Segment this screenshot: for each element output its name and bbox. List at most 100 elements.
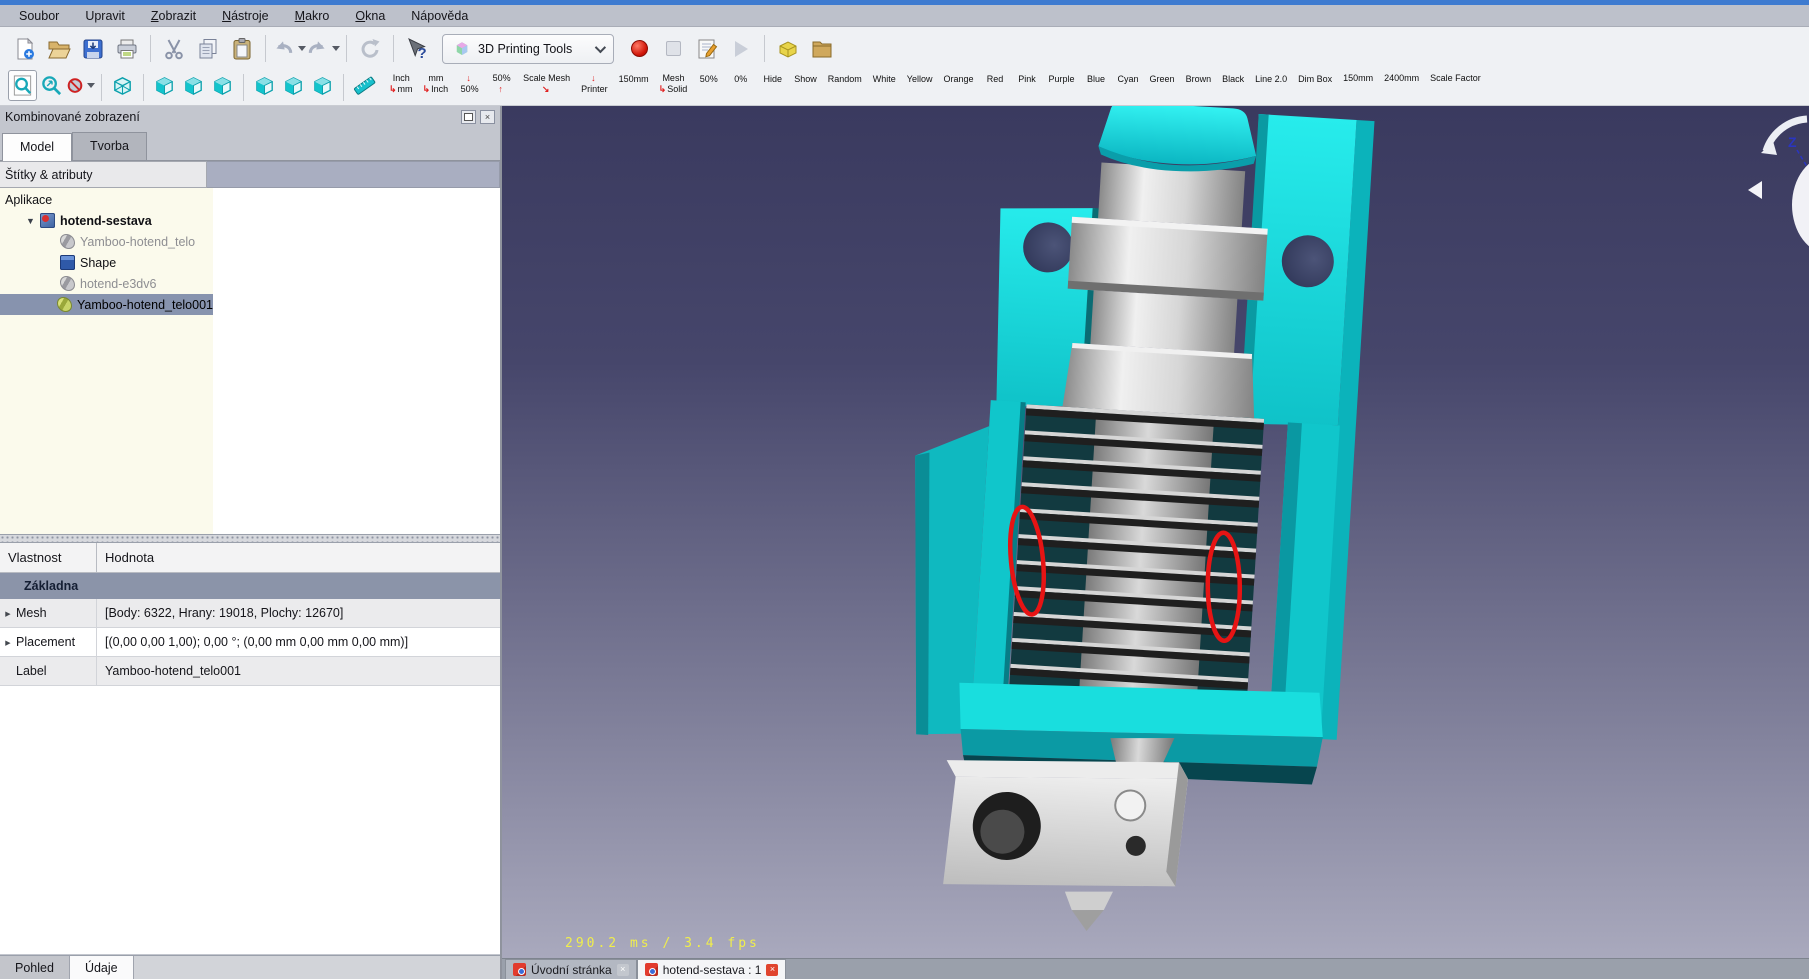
value-column-header[interactable]: Hodnota	[97, 543, 154, 572]
close-tab-icon[interactable]: ×	[766, 964, 778, 976]
menu-item[interactable]: Upravit	[72, 7, 138, 25]
workbench-selector[interactable]: 3D Printing Tools	[442, 34, 614, 64]
folder-button[interactable]	[805, 32, 839, 66]
copy-button[interactable]	[191, 32, 225, 66]
print-tool-button[interactable]: Purple	[1048, 72, 1075, 85]
menu-item[interactable]: Okna	[342, 7, 398, 25]
print-tool-button[interactable]: Inch ↳mm	[389, 72, 413, 94]
property-view-tab[interactable]: Pohled	[0, 956, 70, 979]
print-tool-button[interactable]: Scale Mesh ↘	[522, 72, 570, 94]
menu-item[interactable]: Nápověda	[398, 7, 481, 25]
measure-button[interactable]	[350, 70, 379, 101]
front-view-button[interactable]	[150, 70, 179, 101]
tree-item[interactable]: Yamboo-hotend_telo	[0, 231, 213, 252]
tree-item[interactable]: Shape	[0, 252, 213, 273]
undo-button[interactable]	[272, 32, 306, 66]
property-expand-icon[interactable]: ▶	[1, 638, 15, 646]
print-tool-button[interactable]: ↓ 50%	[458, 72, 480, 94]
document-tab[interactable]: Úvodní stránka ×	[505, 959, 637, 979]
redo-dropdown-icon[interactable]	[332, 46, 340, 51]
tree-item[interactable]: Yamboo-hotend_telo001	[0, 294, 213, 315]
zoom-button[interactable]	[37, 70, 66, 101]
undo-dropdown-icon[interactable]	[298, 46, 306, 51]
print-tool-button[interactable]: Show	[793, 72, 817, 85]
3d-viewport[interactable]: Z 290.2 ms / 3.4 fps	[502, 106, 1809, 958]
print-tool-button[interactable]: ↓ Printer	[580, 72, 608, 94]
print-tool-button[interactable]: 0%	[729, 72, 751, 85]
combo-view-tab[interactable]: Tvorba	[72, 132, 147, 160]
nav-pan-left-arrow[interactable]	[1748, 181, 1762, 199]
float-panel-button[interactable]	[461, 110, 476, 124]
menu-item[interactable]: Makro	[282, 7, 343, 25]
print-tool-button[interactable]: Brown	[1185, 72, 1212, 85]
navigation-cluster[interactable]: Z	[1748, 119, 1809, 254]
print-tool-button[interactable]: Pink	[1016, 72, 1038, 85]
tree-expand-icon[interactable]: ▼	[26, 216, 40, 226]
refresh-button[interactable]	[353, 32, 387, 66]
whats-this-button[interactable]	[400, 32, 434, 66]
print-tool-button[interactable]: Hide	[761, 72, 783, 85]
property-row[interactable]: ▶ Placement [(0,00 0,00 1,00); 0,00 °; (…	[0, 628, 500, 657]
save-button[interactable]	[76, 32, 110, 66]
menu-item[interactable]: Zobrazit	[138, 7, 209, 25]
property-expand-icon[interactable]: ▶	[1, 609, 15, 617]
panel-splitter[interactable]	[0, 534, 500, 543]
property-row[interactable]: ▶ Mesh [Body: 6322, Hrany: 19018, Plochy…	[0, 599, 500, 628]
top-view-button[interactable]	[179, 70, 208, 101]
macro-edit-button[interactable]	[690, 32, 724, 66]
open-document-button[interactable]	[42, 32, 76, 66]
print-tool-button[interactable]: Black	[1221, 72, 1244, 85]
print-tool-button[interactable]: Line 2.0	[1254, 72, 1287, 85]
print-tool-button[interactable]: Blue	[1085, 72, 1107, 85]
print-tool-button[interactable]: Red	[984, 72, 1006, 85]
print-tool-button[interactable]: 150mm	[618, 72, 649, 85]
tree-item[interactable]: hotend-e3dv6	[0, 273, 213, 294]
property-column-header[interactable]: Vlastnost	[0, 543, 97, 572]
property-group-row[interactable]: Základna	[0, 573, 500, 599]
print-tool-button[interactable]: Orange	[942, 72, 973, 85]
print-tool-button[interactable]: 150mm	[1342, 72, 1373, 85]
print-tool-button[interactable]: Yellow	[906, 72, 933, 85]
redo-button[interactable]	[306, 32, 340, 66]
property-value[interactable]: Yamboo-hotend_telo001	[97, 664, 500, 678]
print-tool-button[interactable]: Mesh ↳Solid	[659, 72, 688, 94]
macro-play-button[interactable]	[724, 32, 758, 66]
left-view-button[interactable]	[308, 70, 337, 101]
part-button[interactable]	[771, 32, 805, 66]
nav-sphere[interactable]	[1792, 156, 1809, 254]
property-value[interactable]: [(0,00 0,00 1,00); 0,00 °; (0,00 mm 0,00…	[97, 635, 500, 649]
menu-item[interactable]: Soubor	[6, 7, 72, 25]
fit-all-button[interactable]	[8, 70, 37, 101]
print-tool-button[interactable]: 50% ↑	[490, 72, 512, 94]
print-tool-button[interactable]: Scale Factor	[1429, 72, 1481, 85]
print-tool-button[interactable]: 2400mm	[1383, 72, 1419, 85]
print-tool-button[interactable]: Green	[1149, 72, 1175, 85]
rear-view-button[interactable]	[250, 70, 279, 101]
document-tab[interactable]: hotend-sestava : 1 ×	[637, 959, 787, 979]
print-tool-button[interactable]: 50%	[697, 72, 719, 85]
property-view-tab[interactable]: Údaje	[70, 956, 134, 979]
menu-item[interactable]: Nástroje	[209, 7, 282, 25]
property-value[interactable]: [Body: 6322, Hrany: 19018, Plochy: 12670…	[97, 606, 500, 620]
paste-button[interactable]	[225, 32, 259, 66]
print-tool-button[interactable]: Cyan	[1117, 72, 1139, 85]
tree-root-application[interactable]: Aplikace	[0, 190, 500, 210]
draw-style-dropdown-icon[interactable]	[87, 83, 95, 88]
combo-view-tab[interactable]: Model	[2, 133, 72, 161]
print-tool-button[interactable]: mm ↳Inch	[423, 72, 449, 94]
print-tool-button[interactable]: Dim Box	[1297, 72, 1332, 85]
print-tool-button[interactable]: White	[872, 72, 896, 85]
nozzle[interactable]	[1063, 889, 1113, 933]
bottom-view-button[interactable]	[279, 70, 308, 101]
cut-button[interactable]	[157, 32, 191, 66]
tree-item[interactable]: ▼ hotend-sestava	[0, 210, 213, 231]
property-row[interactable]: Label Yamboo-hotend_telo001	[0, 657, 500, 686]
axonometric-view-button[interactable]	[108, 70, 137, 101]
draw-style-button[interactable]	[66, 70, 95, 101]
print-tool-button[interactable]: Random	[827, 72, 862, 85]
hotend-model[interactable]	[887, 106, 1375, 946]
tree-header-label[interactable]: Štítky & atributy	[0, 161, 207, 188]
macro-stop-button[interactable]	[656, 32, 690, 66]
heater-block[interactable]	[939, 748, 1189, 899]
print-button[interactable]	[110, 32, 144, 66]
